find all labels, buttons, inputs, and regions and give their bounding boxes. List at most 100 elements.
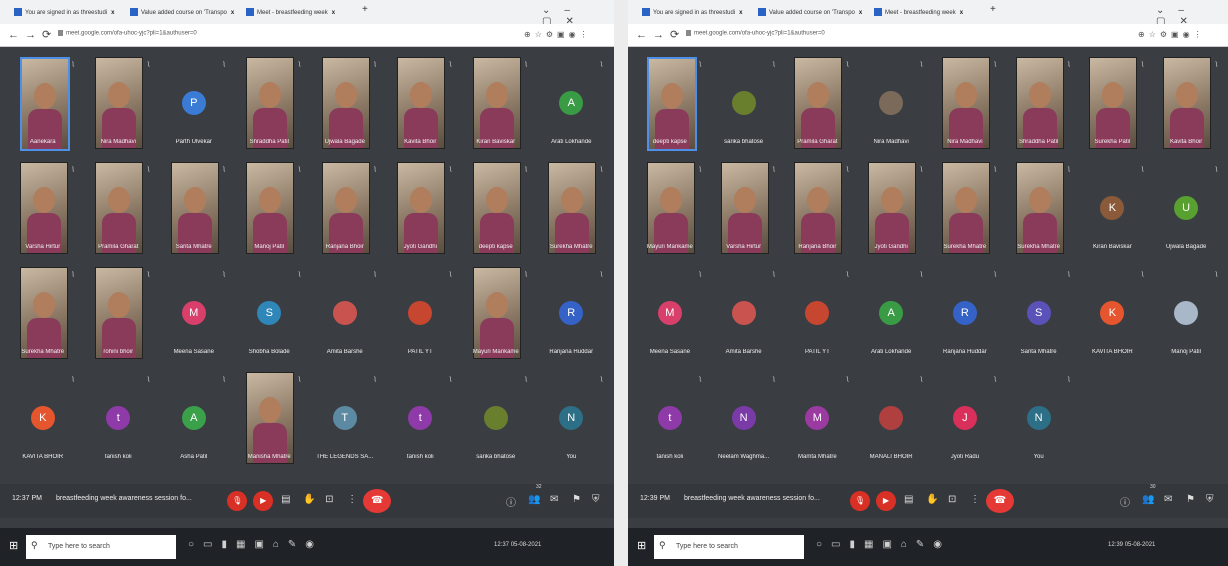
participant-tile[interactable]: Rʅ Ranjana Huddar xyxy=(536,265,606,361)
participant-tile[interactable]: ʅ Nira Madhavi xyxy=(856,55,926,151)
participant-tile[interactable]: Nʅ You xyxy=(1004,370,1074,466)
participant-tile[interactable]: ʅ rohini bhoir xyxy=(83,265,153,361)
participant-tile[interactable]: ʅ deepti kapse xyxy=(635,55,705,151)
participant-tile[interactable]: ʅ Surekha Mhatre xyxy=(8,265,78,361)
browser-tab[interactable]: You are signed in as threestudi x xyxy=(14,5,115,21)
people-icon[interactable]: 👥 xyxy=(1142,494,1154,505)
tab-close-icon[interactable]: x xyxy=(960,10,963,16)
participant-tile[interactable]: Rʅ Ranjana Huddar xyxy=(930,265,1000,361)
tab-close-icon[interactable]: x xyxy=(231,10,234,16)
participant-tile[interactable]: ʅ Shraddha Patil xyxy=(234,55,304,151)
taskbar-app-icons[interactable]: ○▭▮▦▣⌂✎◉ xyxy=(816,539,951,550)
captions-button[interactable]: ▤ xyxy=(904,494,913,505)
tab-close-icon[interactable]: x xyxy=(739,10,742,16)
participant-tile[interactable]: ʅ Jyoti Gandhi xyxy=(856,160,926,256)
windows-start-icon[interactable]: ⊞ xyxy=(637,540,649,552)
windows-start-icon[interactable]: ⊞ xyxy=(9,540,21,552)
participant-tile[interactable]: ʅ Pramila Gharat xyxy=(83,160,153,256)
participant-tile[interactable]: ʅ Amita Barshe xyxy=(709,265,779,361)
participant-tile[interactable]: ʅ Jyoti Gandhi xyxy=(385,160,455,256)
tab-close-icon[interactable]: x xyxy=(332,10,335,16)
leave-call-button[interactable]: ☎ xyxy=(986,489,1014,513)
participant-tile[interactable]: Pʅ Parth Ulvekar xyxy=(159,55,229,151)
mic-toggle-button[interactable]: 🎙 xyxy=(850,491,870,511)
browser-tab[interactable]: You are signed in as threestudi x xyxy=(642,5,743,21)
tab-close-icon[interactable]: x xyxy=(111,10,114,16)
system-tray[interactable]: 12:37 05-08-2021 xyxy=(494,542,541,548)
extension-icons[interactable]: ⊕☆⚙▣◉⋮ xyxy=(1138,30,1206,39)
participant-tile[interactable]: ʅ Sarita Mhatre xyxy=(159,160,229,256)
participant-tile[interactable]: ʅ PATIL YT xyxy=(385,265,455,361)
participant-tile[interactable]: Kʅ Kiran Baviskar xyxy=(1077,160,1147,256)
participant-tile[interactable]: ʅ Kiran Baviskar xyxy=(461,55,531,151)
people-icon[interactable]: 👥 xyxy=(528,494,540,505)
participant-tile[interactable]: ʅ Manoj Patil xyxy=(234,160,304,256)
participant-tile[interactable]: ʅ Surekha Patil xyxy=(1077,55,1147,151)
raise-hand-button[interactable]: ✋ xyxy=(926,494,938,505)
new-tab-icon[interactable]: + xyxy=(990,4,996,15)
participant-tile[interactable]: Nʅ Neelam Waghma... xyxy=(709,370,779,466)
participant-tile[interactable]: Aʅ Arati Lokhande xyxy=(856,265,926,361)
participant-tile[interactable]: Aʅ Arati Lokhande xyxy=(536,55,606,151)
nav-buttons[interactable]: ←→⟳ xyxy=(8,28,57,41)
participant-tile[interactable]: ʅ Nira Madhavi xyxy=(930,55,1000,151)
participant-tile[interactable]: Aʅ Asha Patil xyxy=(159,370,229,466)
participant-tile[interactable]: t ʅ tanish koli xyxy=(635,370,705,466)
present-button[interactable]: ⊡ xyxy=(325,494,333,505)
participant-tile[interactable]: ʅ Mayuri Mankame xyxy=(461,265,531,361)
info-icon[interactable]: ⓘ xyxy=(1120,494,1130,509)
participant-tile[interactable]: ʅ sarika bhatose xyxy=(709,55,779,151)
system-tray[interactable]: 12:39 05-08-2021 xyxy=(1108,542,1155,548)
present-button[interactable]: ⊡ xyxy=(948,494,956,505)
chat-icon[interactable]: ✉ xyxy=(1164,494,1172,505)
more-options-button[interactable]: ⋮ xyxy=(970,494,980,505)
host-controls-icon[interactable]: ⛨ xyxy=(592,494,600,505)
nav-buttons[interactable]: ←→⟳ xyxy=(636,28,685,41)
participant-tile[interactable]: ʅ Mayuri Mankame xyxy=(635,160,705,256)
participant-tile[interactable]: Uʅ Ujwala Bagade xyxy=(1151,160,1221,256)
participant-tile[interactable]: ʅ Pramila Gharat xyxy=(782,55,852,151)
participant-tile[interactable]: ʅ Nira Madhavi xyxy=(83,55,153,151)
participant-tile[interactable]: ʅ Surekha Mhatre xyxy=(1004,160,1074,256)
participant-tile[interactable]: ʅ Manoj Patil xyxy=(1151,265,1221,361)
captions-button[interactable]: ▤ xyxy=(281,494,290,505)
participant-tile[interactable]: t ʅ tanish koli xyxy=(385,370,455,466)
activities-icon[interactable]: ⚑ xyxy=(1186,494,1195,505)
participant-tile[interactable]: ʅ PATIL YT xyxy=(782,265,852,361)
participant-tile[interactable]: ʅ Varsha Hirtur xyxy=(709,160,779,256)
activities-icon[interactable]: ⚑ xyxy=(572,494,581,505)
participant-tile[interactable]: ʅ Kavita Bhoir xyxy=(1151,55,1221,151)
participant-tile[interactable]: Kʅ KAVITA BHOIR xyxy=(1077,265,1147,361)
participant-tile[interactable]: ʅ MANALI BHOIR xyxy=(856,370,926,466)
participant-tile[interactable]: Mʅ Mamta Mhatre xyxy=(782,370,852,466)
participant-tile[interactable]: Sʅ Shobha Bolade xyxy=(234,265,304,361)
raise-hand-button[interactable]: ✋ xyxy=(303,494,315,505)
taskbar-search-box[interactable]: ⚲ Type here to search xyxy=(26,535,176,559)
participant-tile[interactable]: Sʅ Sarita Mhatre xyxy=(1004,265,1074,361)
more-options-button[interactable]: ⋮ xyxy=(347,494,357,505)
tab-close-icon[interactable]: x xyxy=(859,10,862,16)
participant-tile[interactable]: ʅ deepti kapse xyxy=(461,160,531,256)
host-controls-icon[interactable]: ⛨ xyxy=(1206,494,1214,505)
url-field[interactable]: meet.google.com/ofa-uhoc-yjc?pli=1&authu… xyxy=(686,30,825,37)
participant-tile[interactable]: Nʅ You xyxy=(536,370,606,466)
url-field[interactable]: meet.google.com/ofa-uhoc-yjc?pli=1&authu… xyxy=(58,30,197,37)
browser-tab[interactable]: Value added course on 'Transpo x xyxy=(758,5,862,21)
camera-toggle-button[interactable]: ▶ xyxy=(253,491,274,511)
info-icon[interactable]: ⓘ xyxy=(506,494,516,509)
participant-tile[interactable]: t ʅ tanish koli xyxy=(83,370,153,466)
new-tab-icon[interactable]: + xyxy=(362,4,368,15)
participant-tile[interactable]: ʅ Aanekara xyxy=(8,55,78,151)
participant-tile[interactable]: ʅ Ranjana Bhoir xyxy=(310,160,380,256)
participant-tile[interactable]: ʅ Shraddha Patil xyxy=(1004,55,1074,151)
taskbar-search-box[interactable]: ⚲ Type here to search xyxy=(654,535,804,559)
chat-icon[interactable]: ✉ xyxy=(550,494,558,505)
participant-tile[interactable]: ʅ Surekha Mhatre xyxy=(536,160,606,256)
participant-tile[interactable]: Mʅ Meena Sasane xyxy=(635,265,705,361)
participant-tile[interactable]: ʅ Surekha Mhatre xyxy=(930,160,1000,256)
participant-tile[interactable]: Tʅ THE LEGENDS SA... xyxy=(310,370,380,466)
participant-tile[interactable]: ʅ Manisha Mhatre xyxy=(234,370,304,466)
participant-tile[interactable]: ʅ Ranjana Bhoir xyxy=(782,160,852,256)
browser-tab[interactable]: Value added course on 'Transpo x xyxy=(130,5,234,21)
participant-tile[interactable]: Jʅ Jyoti Radu xyxy=(930,370,1000,466)
